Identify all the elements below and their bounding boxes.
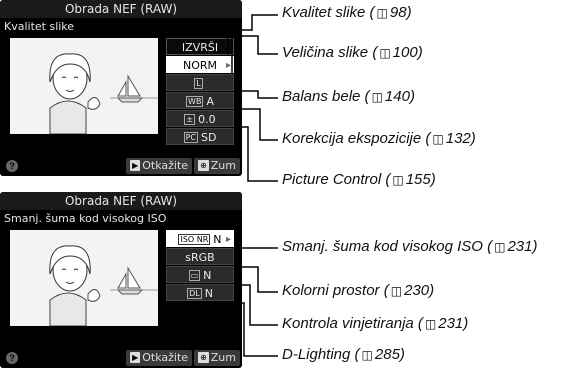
settings-menu: IZVRŠI NORM ▸ L WB A ±0.0 PC SD bbox=[166, 38, 234, 146]
d-lighting-item[interactable]: DL N bbox=[166, 284, 234, 301]
cancel-label: Otkažite bbox=[142, 159, 189, 172]
picture-control-item[interactable]: PC SD bbox=[166, 128, 234, 145]
chevron-right-icon: ▸ bbox=[225, 60, 231, 71]
exposure-comp-value: 0.0 bbox=[198, 113, 216, 126]
exposure-comp-icon: ± bbox=[184, 114, 196, 125]
cancel-button[interactable]: ▶ Otkažite bbox=[126, 158, 193, 174]
color-space-item[interactable]: sRGB bbox=[166, 248, 234, 265]
screen-subtitle: Smanj. šuma kod visokog ISO bbox=[4, 212, 167, 225]
vignette-icon: ▭ bbox=[188, 270, 201, 281]
callout-page: 155 bbox=[405, 171, 431, 188]
exposure-comp-item[interactable]: ±0.0 bbox=[166, 110, 234, 127]
callout-high-iso-nr: Smanj. šuma kod visokog ISO (◫ 231) bbox=[282, 238, 538, 255]
cancel-button[interactable]: ▶ Otkažite bbox=[126, 350, 193, 366]
callout-page: 132 bbox=[445, 130, 471, 147]
callout-image-size: Veličina slike (◫ 100) bbox=[282, 44, 423, 61]
book-icon: ◫ bbox=[376, 6, 388, 20]
screen-title: Obrada NEF (RAW) bbox=[0, 0, 242, 18]
high-iso-nr-value: N bbox=[213, 233, 222, 246]
image-quality-value: NORM bbox=[182, 59, 218, 72]
callout-exposure-comp: Korekcija ekspozicije (◫ 132) bbox=[282, 130, 476, 147]
high-iso-nr-icon: ISO NR bbox=[178, 234, 211, 245]
vignette-value: N bbox=[203, 269, 212, 282]
screen-footer: ▶ Otkažite ⊕ Zum bbox=[126, 158, 240, 174]
image-quality-item[interactable]: NORM ▸ bbox=[166, 56, 234, 73]
color-space-value: sRGB bbox=[185, 251, 215, 264]
cancel-label: Otkažite bbox=[142, 351, 189, 364]
camera-screen-quality: Obrada NEF (RAW) Kvalitet slike IZVRŠI N… bbox=[0, 0, 242, 176]
book-icon: ◫ bbox=[361, 348, 373, 362]
callout-label: D-Lighting ( bbox=[282, 346, 360, 363]
chevron-right-icon: ▸ bbox=[225, 234, 231, 245]
screen-title: Obrada NEF (RAW) bbox=[0, 192, 242, 210]
callout-page: 231 bbox=[507, 238, 533, 255]
callout-label: Balans bele ( bbox=[282, 88, 370, 105]
callout-label: Kolorni prostor ( bbox=[282, 282, 389, 299]
book-icon: ◫ bbox=[379, 46, 391, 60]
callout-color-space: Kolorni prostor (◫ 230) bbox=[282, 282, 435, 299]
callout-vignette: Kontrola vinjetiranja (◫ 231) bbox=[282, 315, 469, 332]
zoom-button[interactable]: ⊕ Zum bbox=[194, 158, 240, 174]
callout-picture-control: Picture Control (◫ 155) bbox=[282, 171, 436, 188]
help-icon[interactable]: ? bbox=[6, 160, 18, 172]
book-icon: ◫ bbox=[371, 90, 383, 104]
screen-footer: ▶ Otkažite ⊕ Zum bbox=[126, 350, 240, 366]
image-size-icon: L bbox=[194, 78, 203, 89]
zoom-key-icon: ⊕ bbox=[198, 160, 209, 171]
callout-label: Picture Control ( bbox=[282, 171, 391, 188]
image-size-item[interactable]: L bbox=[166, 74, 234, 91]
zoom-button[interactable]: ⊕ Zum bbox=[194, 350, 240, 366]
zoom-label: Zum bbox=[210, 159, 236, 172]
picture-control-value: SD bbox=[200, 131, 217, 144]
callout-page: 100 bbox=[392, 44, 418, 61]
callout-label: Kontrola vinjetiranja ( bbox=[282, 315, 423, 332]
zoom-label: Zum bbox=[210, 351, 236, 364]
book-icon: ◫ bbox=[392, 173, 404, 187]
photo-thumbnail bbox=[10, 230, 158, 326]
playback-key-icon: ▶ bbox=[130, 352, 141, 363]
photo-preview-image bbox=[10, 38, 158, 134]
callout-page: 285 bbox=[374, 346, 400, 363]
callout-page: 230 bbox=[404, 282, 430, 299]
d-lighting-icon: DL bbox=[187, 288, 202, 299]
execute-button[interactable]: IZVRŠI bbox=[166, 38, 234, 55]
callout-label: Korekcija ekspozicije ( bbox=[282, 130, 431, 147]
callout-page: 98 bbox=[389, 4, 407, 21]
callout-page: 140 bbox=[384, 88, 410, 105]
picture-control-icon: PC bbox=[183, 132, 198, 143]
high-iso-nr-item[interactable]: ISO NR N ▸ bbox=[166, 230, 234, 247]
photo-preview-image bbox=[10, 230, 158, 326]
white-balance-value: A bbox=[206, 95, 214, 108]
callout-label: Kvalitet slike ( bbox=[282, 4, 375, 21]
book-icon: ◫ bbox=[390, 284, 403, 298]
settings-menu: ISO NR N ▸ sRGB ▭ N DL N bbox=[166, 230, 234, 302]
vignette-control-item[interactable]: ▭ N bbox=[166, 266, 234, 283]
photo-thumbnail bbox=[10, 38, 158, 134]
book-icon: ◫ bbox=[424, 317, 437, 331]
callout-label: Veličina slike ( bbox=[282, 44, 378, 61]
playback-key-icon: ▶ bbox=[130, 160, 141, 171]
callout-image-quality: Kvalitet slike (◫ 98) bbox=[282, 4, 412, 21]
help-icon[interactable]: ? bbox=[6, 352, 18, 364]
zoom-key-icon: ⊕ bbox=[198, 352, 209, 363]
book-icon: ◫ bbox=[432, 132, 444, 146]
white-balance-icon: WB bbox=[186, 96, 204, 107]
callout-white-balance: Balans bele (◫ 140) bbox=[282, 88, 415, 105]
callout-page: 231 bbox=[438, 315, 464, 332]
screen-subtitle: Kvalitet slike bbox=[4, 20, 75, 33]
book-icon: ◫ bbox=[494, 240, 506, 254]
d-lighting-value: N bbox=[204, 287, 213, 300]
callout-label: Smanj. šuma kod visokog ISO ( bbox=[282, 238, 493, 255]
callout-d-lighting: D-Lighting (◫ 285) bbox=[282, 346, 405, 363]
camera-screen-noise: Obrada NEF (RAW) Smanj. šuma kod visokog… bbox=[0, 192, 242, 368]
white-balance-item[interactable]: WB A bbox=[166, 92, 234, 109]
